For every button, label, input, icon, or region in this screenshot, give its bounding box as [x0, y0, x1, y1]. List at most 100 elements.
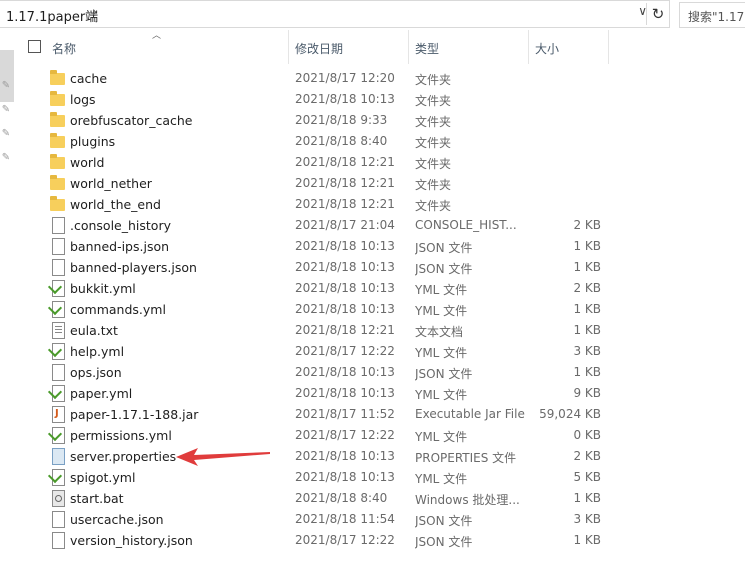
yml-file-icon: [50, 301, 66, 318]
file-icon: [50, 238, 66, 255]
arrow-shape: [176, 448, 270, 466]
file-row[interactable]: logs 2021/8/18 10:13 文件夹: [0, 89, 745, 110]
file-size: 1 KB: [573, 260, 601, 274]
column-name[interactable]: 名称: [52, 40, 76, 57]
file-size: 3 KB: [573, 344, 601, 358]
file-name: paper-1.17.1-188.jar: [70, 407, 199, 422]
file-date: 2021/8/18 12:21: [295, 176, 395, 190]
file-row[interactable]: banned-players.json 2021/8/18 10:13 JSON 文…: [0, 257, 745, 278]
file-type: 文本文档: [415, 325, 464, 339]
file-name: help.yml: [70, 344, 125, 359]
column-date[interactable]: 修改日期: [295, 40, 343, 57]
file-date: 2021/8/18 10:13: [295, 92, 395, 106]
file-type: 文件夹: [415, 157, 452, 171]
properties-file-icon: [50, 448, 66, 465]
search-placeholder: 搜索"1.17.1pa: [688, 10, 745, 24]
file-row[interactable]: server.properties 2021/8/18 10:13 PROPERTI…: [0, 446, 745, 467]
select-all-checkbox[interactable]: [28, 40, 41, 53]
file-size: 59,024 KB: [539, 407, 601, 421]
file-date: 2021/8/18 8:40: [295, 491, 388, 505]
file-date: 2021/8/18 8:40: [295, 134, 388, 148]
file-row[interactable]: banned-ips.json 2021/8/18 10:13 JSON 文件 1 K…: [0, 236, 745, 257]
file-row[interactable]: paper-1.17.1-188.jar 2021/8/17 11:52 Execu…: [0, 404, 745, 425]
folder-icon: [50, 133, 66, 150]
file-name: permissions.yml: [70, 428, 172, 443]
column-type[interactable]: 类型: [415, 40, 439, 57]
file-row[interactable]: permissions.yml 2021/8/17 12:22 YML 文件 0 KB: [0, 425, 745, 446]
column-header: ︿ 名称 修改日期 类型 大小: [14, 30, 745, 64]
file-date: 2021/8/18 9:33: [295, 113, 388, 127]
file-row[interactable]: commands.yml 2021/8/18 10:13 YML 文件 1 KB: [0, 299, 745, 320]
file-name: logs: [70, 92, 96, 107]
file-row[interactable]: ops.json 2021/8/18 10:13 JSON 文件 1 KB: [0, 362, 745, 383]
file-row[interactable]: .console_history 2021/8/17 21:04 CONSOLE_H…: [0, 215, 745, 236]
file-type: CONSOLE_HIST...: [415, 218, 517, 232]
search-input[interactable]: 搜索"1.17.1pa: [679, 2, 745, 28]
file-date: 2021/8/18 10:13: [295, 239, 395, 253]
file-row[interactable]: version_history.json 2021/8/17 12:22 JSON …: [0, 530, 745, 551]
file-type: 文件夹: [415, 73, 452, 87]
file-date: 2021/8/17 12:22: [295, 533, 395, 547]
file-row[interactable]: help.yml 2021/8/17 12:22 YML 文件 3 KB: [0, 341, 745, 362]
sort-up-icon: ︿: [152, 31, 162, 41]
file-type: JSON 文件: [415, 535, 473, 549]
refresh-button[interactable]: ↻: [646, 3, 669, 25]
file-size: 3 KB: [573, 512, 601, 526]
file-name: .console_history: [70, 218, 171, 233]
file-name: version_history.json: [70, 533, 193, 548]
file-date: 2021/8/18 12:21: [295, 155, 395, 169]
file-size: 2 KB: [573, 449, 601, 463]
file-type: 文件夹: [415, 115, 452, 129]
column-size[interactable]: 大小: [535, 40, 559, 57]
column-divider[interactable]: [288, 30, 289, 64]
file-name: orebfuscator_cache: [70, 113, 193, 128]
file-date: 2021/8/17 12:22: [295, 428, 395, 442]
folder-icon: [50, 175, 66, 192]
file-name: server.properties: [70, 449, 177, 464]
address-bar[interactable]: 1.17.1paper端 › ∨ ↻: [0, 0, 670, 28]
column-divider[interactable]: [608, 30, 609, 64]
file-row[interactable]: world_the_end 2021/8/18 12:21 文件夹: [0, 194, 745, 215]
file-type: YML 文件: [415, 430, 468, 444]
viewport-bottom-edge: [0, 553, 745, 573]
column-divider[interactable]: [528, 30, 529, 64]
file-type: YML 文件: [415, 388, 468, 402]
file-type: 文件夹: [415, 94, 452, 108]
yml-file-icon: [50, 280, 66, 297]
file-row[interactable]: orebfuscator_cache 2021/8/18 9:33 文件夹: [0, 110, 745, 131]
file-size: 2 KB: [573, 218, 601, 232]
file-icon: [50, 511, 66, 528]
file-type: Executable Jar File: [415, 407, 525, 421]
file-row[interactable]: eula.txt 2021/8/18 12:21 文本文档 1 KB: [0, 320, 745, 341]
file-row[interactable]: world_nether 2021/8/18 12:21 文件夹: [0, 173, 745, 194]
file-date: 2021/8/18 10:13: [295, 449, 395, 463]
file-row[interactable]: paper.yml 2021/8/18 10:13 YML 文件 9 KB: [0, 383, 745, 404]
file-row[interactable]: cache 2021/8/17 12:20 文件夹: [0, 68, 745, 89]
file-icon: [50, 217, 66, 234]
file-row[interactable]: spigot.yml 2021/8/18 10:13 YML 文件 5 KB: [0, 467, 745, 488]
file-name: cache: [70, 71, 108, 86]
file-icon: [50, 532, 66, 549]
file-name: plugins: [70, 134, 116, 149]
file-date: 2021/8/18 11:54: [295, 512, 395, 526]
file-size: 1 KB: [573, 323, 601, 337]
file-date: 2021/8/17 12:22: [295, 344, 395, 358]
file-type: JSON 文件: [415, 262, 473, 276]
file-row[interactable]: bukkit.yml 2021/8/18 10:13 YML 文件 2 KB: [0, 278, 745, 299]
file-name: world_nether: [70, 176, 152, 191]
folder-icon: [50, 70, 66, 87]
jar-file-icon: [50, 406, 66, 423]
file-row[interactable]: world 2021/8/18 12:21 文件夹: [0, 152, 745, 173]
file-name: eula.txt: [70, 323, 118, 338]
column-divider[interactable]: [408, 30, 409, 64]
file-name: bukkit.yml: [70, 281, 136, 296]
yml-file-icon: [50, 469, 66, 486]
file-row[interactable]: start.bat 2021/8/18 8:40 Windows 批处理... 1 K…: [0, 488, 745, 509]
file-row[interactable]: usercache.json 2021/8/18 11:54 JSON 文件 3 KB: [0, 509, 745, 530]
file-row[interactable]: plugins 2021/8/18 8:40 文件夹: [0, 131, 745, 152]
folder-icon: [50, 91, 66, 108]
file-size: 1 KB: [573, 239, 601, 253]
file-date: 2021/8/17 21:04: [295, 218, 395, 232]
chevron-right-icon[interactable]: ›: [92, 5, 97, 20]
file-date: 2021/8/17 12:20: [295, 71, 395, 85]
